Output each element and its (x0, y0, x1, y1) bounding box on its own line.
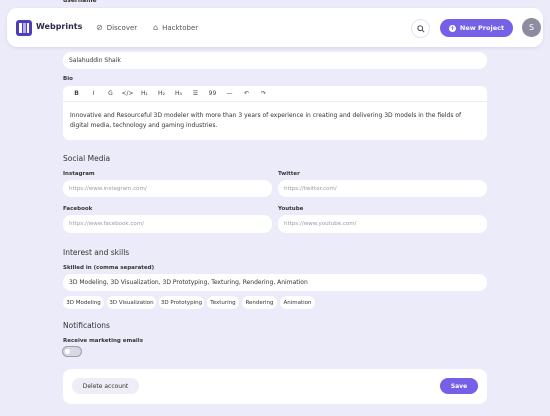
search-button[interactable] (411, 19, 430, 38)
toggle-knob (65, 349, 70, 354)
bag-icon: ⌂ (153, 23, 159, 32)
nav-discover[interactable]: ⊘ Discover (96, 23, 137, 32)
strike-button[interactable]: G (102, 90, 119, 97)
marketing-emails-label: Receive marketing emails (63, 338, 143, 344)
facebook-input[interactable]: https://www.facebook.com/ (63, 215, 272, 233)
skill-chip[interactable]: 3D Visualization (107, 296, 156, 309)
skills-input[interactable]: 3D Modeling, 3D Visualization, 3D Protot… (63, 274, 487, 291)
new-project-label: New Project (459, 24, 505, 32)
compass-icon: ⊘ (96, 23, 103, 32)
bio-label: Bio (63, 76, 73, 82)
youtube-label: Youtube (278, 206, 304, 212)
divider-button[interactable]: — (221, 90, 238, 97)
list-button[interactable]: ☰ (187, 90, 204, 97)
code-button[interactable]: </> (119, 90, 136, 97)
nav-discover-label: Discover (106, 23, 138, 32)
user-avatar[interactable]: S (522, 18, 541, 37)
full-name-input[interactable]: Salahuddin Shaik (63, 52, 487, 69)
facebook-label: Facebook (63, 206, 93, 212)
bold-button[interactable]: B (68, 90, 85, 97)
youtube-input[interactable]: https://www.youtube.com/ (278, 215, 487, 233)
undo-icon[interactable]: ↶ (238, 90, 255, 97)
plus-icon: + (448, 24, 456, 32)
skills-title: Interest and skills (63, 248, 130, 257)
delete-account-button[interactable]: Delete account (72, 378, 139, 394)
italic-button[interactable]: I (85, 90, 102, 97)
nav-hacktober-label: Hacktober (162, 23, 199, 32)
bio-text[interactable]: Innovative and Resourceful 3D modeler wi… (70, 111, 480, 131)
quote-button[interactable]: 99 (204, 90, 221, 97)
twitter-label: Twitter (278, 171, 300, 177)
settings-page: username Full name Webprints ⊘ Discover … (0, 0, 550, 416)
new-project-button[interactable]: + New Project (440, 19, 513, 37)
skill-chip[interactable]: Rendering (242, 296, 277, 309)
search-icon (416, 24, 425, 33)
skill-chip[interactable]: 3D Modeling (63, 296, 104, 309)
redo-icon[interactable]: ↷ (255, 90, 272, 97)
brand-name[interactable]: Webprints (36, 22, 82, 31)
twitter-input[interactable]: https://twitter.com/ (278, 180, 487, 197)
marketing-emails-toggle[interactable] (62, 346, 82, 357)
skills-label: Skilled in (comma separated) (63, 265, 155, 271)
skill-chip[interactable]: Texturing (207, 296, 239, 309)
instagram-input[interactable]: https://www.instagram.com/ (63, 180, 272, 197)
social-media-title: Social Media (63, 154, 111, 163)
nav-hacktober[interactable]: ⌂ Hacktober (153, 23, 198, 32)
heading3-button[interactable]: H₃ (170, 90, 187, 97)
skill-chip[interactable]: 3D Prototyping (159, 296, 204, 309)
notifications-title: Notifications (63, 321, 110, 330)
heading1-button[interactable]: H₁ (136, 90, 153, 97)
username-label: username (63, 0, 97, 4)
skill-chip[interactable]: Animation (280, 296, 315, 309)
webprints-logo-icon[interactable] (16, 20, 32, 36)
heading2-button[interactable]: H₂ (153, 90, 170, 97)
instagram-label: Instagram (63, 171, 95, 177)
save-button[interactable]: Save (440, 378, 478, 394)
bio-toolbar: B I G </> H₁ H₂ H₃ ☰ 99 — ↶ ↷ (63, 86, 487, 102)
top-navbar: Webprints ⊘ Discover ⌂ Hacktober + New P… (7, 8, 543, 47)
